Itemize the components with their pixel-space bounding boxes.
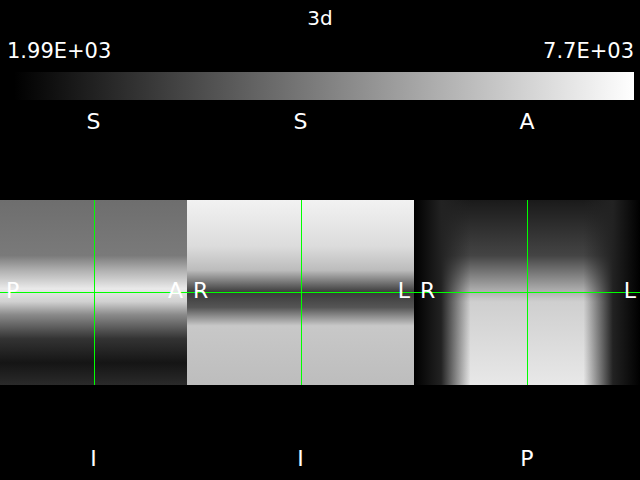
orientation-bottom: I xyxy=(187,445,414,473)
orientation-left: P xyxy=(6,278,19,304)
plot-title: 3d xyxy=(0,0,640,36)
slice-panels: S P A IS R L IA R L P xyxy=(0,108,640,473)
crosshair-horizontal xyxy=(187,292,414,293)
slice-image[interactable]: P A xyxy=(0,200,187,385)
orientation-top: S xyxy=(187,108,414,136)
colorbar-max: 7.7E+03 xyxy=(543,39,634,63)
orientation-right: L xyxy=(398,278,410,304)
orientation-left: R xyxy=(420,278,435,304)
slice-column: A R L P xyxy=(414,108,640,473)
colorbar xyxy=(14,72,634,100)
slice-column: S R L I xyxy=(187,108,414,473)
slice-viewer: 3d 1.99E+03 7.7E+03 S P A IS R L IA R L … xyxy=(0,0,640,480)
orientation-bottom: I xyxy=(0,445,187,473)
orientation-top: S xyxy=(0,108,187,136)
crosshair-horizontal xyxy=(0,292,187,293)
orientation-right: A xyxy=(168,278,183,304)
orientation-left: R xyxy=(193,278,208,304)
slice-image[interactable]: R L xyxy=(414,200,640,385)
crosshair-horizontal xyxy=(414,292,640,293)
orientation-right: L xyxy=(624,278,636,304)
orientation-bottom: P xyxy=(414,445,640,473)
colorbar-min: 1.99E+03 xyxy=(7,39,111,63)
slice-column: S P A I xyxy=(0,108,187,473)
orientation-top: A xyxy=(414,108,640,136)
slice-image[interactable]: R L xyxy=(187,200,414,385)
colorbar-labels: 1.99E+03 7.7E+03 xyxy=(0,36,640,66)
